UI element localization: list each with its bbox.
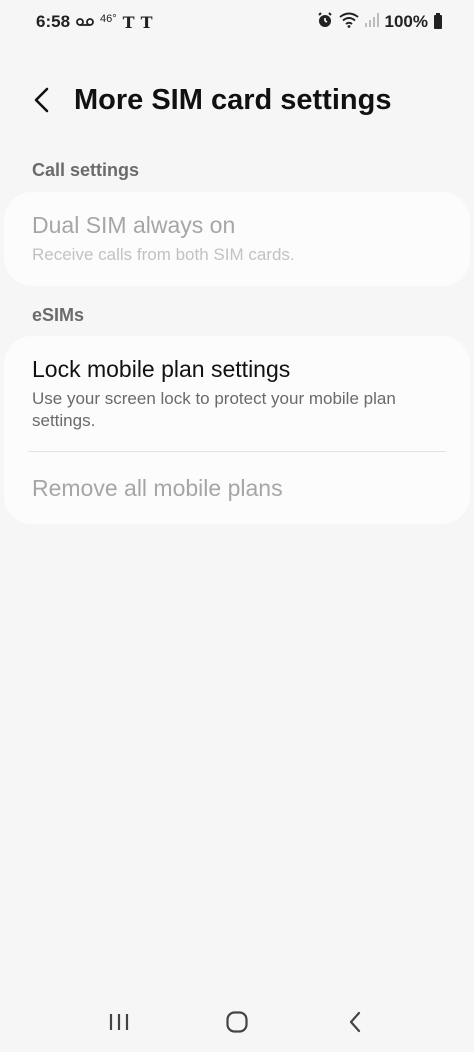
lock-mobile-plan-settings-item[interactable]: Lock mobile plan settings Use your scree… bbox=[4, 336, 470, 451]
section-label-esims: eSIMs bbox=[32, 305, 85, 325]
alarm-icon bbox=[317, 11, 333, 33]
status-temperature: 46° bbox=[100, 13, 117, 25]
recent-apps-button[interactable] bbox=[89, 994, 149, 1050]
home-button[interactable] bbox=[207, 994, 267, 1050]
wifi-icon bbox=[338, 12, 359, 33]
call-settings-card: Dual SIM always on Receive calls from bo… bbox=[4, 192, 470, 286]
esims-card: Lock mobile plan settings Use your scree… bbox=[4, 336, 470, 524]
battery-icon bbox=[434, 13, 442, 29]
remove-all-mobile-plans-item[interactable]: Remove all mobile plans bbox=[4, 452, 470, 502]
signal-icon bbox=[364, 12, 379, 32]
home-icon bbox=[226, 1011, 248, 1033]
status-battery-text: 100% bbox=[384, 12, 428, 31]
carrier-icon-2: T bbox=[140, 12, 153, 32]
status-bar: 6:58 46° T T 100% bbox=[0, 0, 474, 44]
carrier-icon-1: T bbox=[122, 12, 135, 32]
screen: 6:58 46° T T 100% More SIM card settings… bbox=[0, 0, 474, 1052]
item-title: Remove all mobile plans bbox=[32, 475, 283, 501]
recent-apps-icon bbox=[109, 1014, 129, 1030]
navigation-bar bbox=[0, 992, 474, 1052]
status-time: 6:58 bbox=[36, 12, 71, 31]
back-button[interactable] bbox=[14, 72, 70, 128]
chevron-left-icon bbox=[34, 87, 49, 113]
dual-sim-always-on-item[interactable]: Dual SIM always on Receive calls from bo… bbox=[4, 192, 470, 266]
section-label-call-settings: Call settings bbox=[32, 160, 140, 180]
app-header: More SIM card settings bbox=[0, 72, 474, 128]
status-right: 100% bbox=[317, 11, 442, 33]
nav-back-button[interactable] bbox=[325, 994, 385, 1050]
page-title: More SIM card settings bbox=[74, 83, 392, 116]
voicemail-icon bbox=[76, 12, 94, 32]
item-subtitle: Receive calls from both SIM cards. bbox=[32, 245, 295, 264]
item-title: Lock mobile plan settings bbox=[32, 356, 291, 382]
status-left: 6:58 46° T T bbox=[36, 12, 152, 32]
item-title: Dual SIM always on bbox=[32, 212, 236, 238]
item-subtitle: Use your screen lock to protect your mob… bbox=[32, 389, 396, 430]
back-icon bbox=[349, 1011, 361, 1033]
